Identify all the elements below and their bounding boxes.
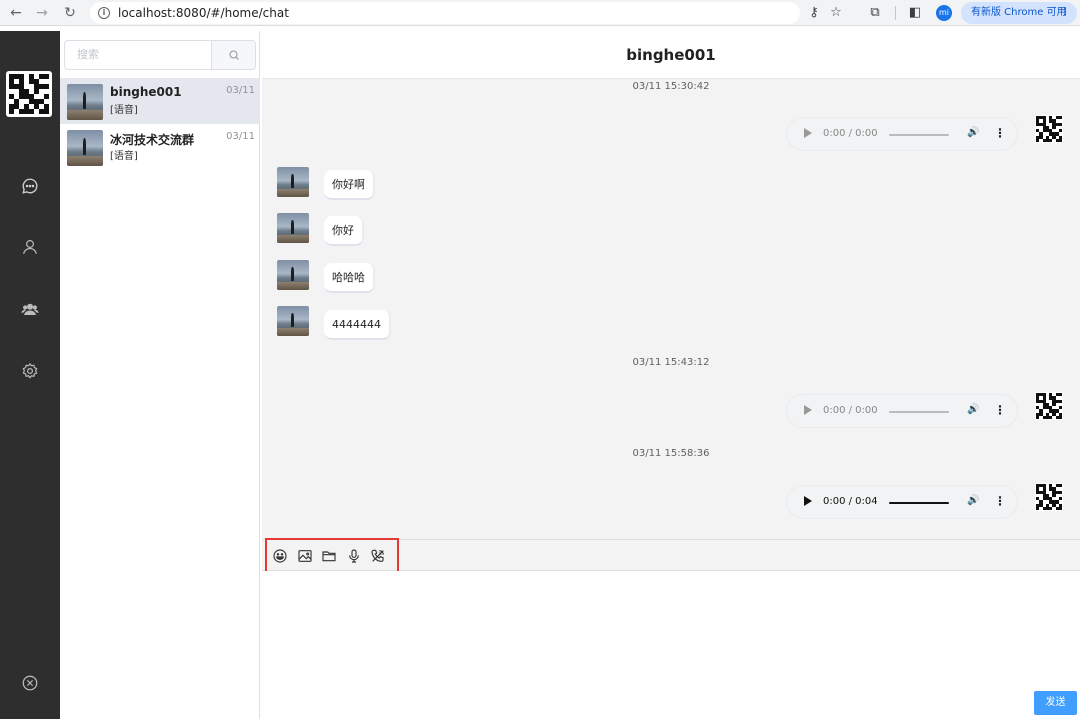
bookmark-star-icon[interactable]: ☆: [827, 3, 845, 23]
search-icon: [229, 50, 239, 60]
site-info-icon[interactable]: i: [98, 7, 110, 19]
chat-title: binghe001: [626, 46, 716, 64]
audio-time: 0:00 / 0:04: [823, 496, 878, 507]
emoji-icon[interactable]: [272, 548, 288, 564]
close-circle-icon[interactable]: [21, 674, 39, 692]
forward-icon[interactable]: →: [34, 4, 50, 22]
extensions-icon[interactable]: ⧉: [866, 3, 884, 23]
volume-icon[interactable]: 🔊: [967, 127, 979, 138]
avatar: [67, 130, 103, 166]
session-preview: [语音]: [110, 151, 138, 162]
microphone-icon[interactable]: [346, 548, 362, 564]
chat-icon[interactable]: [21, 177, 39, 195]
session-item-binghe001[interactable]: binghe001 [语音] 03/11: [60, 78, 260, 124]
session-preview: [语音]: [110, 105, 138, 116]
session-date: 03/11: [226, 85, 255, 96]
url-text: localhost:8080/#/home/chat: [118, 6, 289, 20]
volume-icon[interactable]: 🔊: [967, 404, 979, 415]
message-input[interactable]: [262, 571, 1080, 719]
session-date: 03/11: [226, 131, 255, 142]
reload-icon[interactable]: ↻: [62, 4, 78, 22]
message-input-area: 发送: [262, 571, 1080, 719]
audio-time: 0:00 / 0:00: [823, 405, 878, 416]
session-list-panel: binghe001 [语音] 03/11 冰河技术交流群 [语音] 03/11: [60, 31, 260, 719]
avatar: [277, 167, 309, 197]
play-icon[interactable]: [804, 128, 812, 138]
group-icon[interactable]: [21, 300, 39, 318]
folder-icon[interactable]: [321, 548, 337, 564]
session-name: binghe001: [110, 85, 182, 99]
settings-icon[interactable]: [21, 362, 39, 380]
qr-code-icon: [1036, 393, 1062, 419]
chat-panel: binghe001 03/11 15:30:42 0:00 / 0:00 🔊 ⋮…: [262, 31, 1080, 719]
message-timestamp: 03/11 15:43:12: [632, 357, 710, 368]
play-icon[interactable]: [804, 496, 812, 506]
search-button[interactable]: [211, 41, 255, 69]
audio-player[interactable]: 0:00 / 0:04 🔊 ⋮: [786, 485, 1018, 519]
more-menu-icon[interactable]: ⋮: [1060, 2, 1070, 24]
message-bubble: 哈哈哈: [324, 263, 375, 293]
session-name: 冰河技术交流群: [110, 133, 195, 147]
image-icon[interactable]: [297, 548, 313, 564]
send-button[interactable]: 发送: [1034, 691, 1077, 715]
play-icon[interactable]: [804, 405, 812, 415]
audio-time: 0:00 / 0:00: [823, 128, 878, 139]
phone-call-icon[interactable]: [370, 548, 386, 564]
my-avatar: [1035, 115, 1063, 143]
search-input[interactable]: [65, 41, 212, 69]
qr-code-icon: [1036, 484, 1062, 510]
qr-code-icon: [1036, 116, 1062, 142]
message-bubble: 你好: [324, 216, 364, 246]
more-options-icon[interactable]: ⋮: [994, 494, 1006, 508]
audio-progress[interactable]: [889, 134, 949, 136]
chrome-update-button[interactable]: 有新版 Chrome 可用 ⋮: [961, 2, 1077, 24]
message-bubble: 你好啊: [324, 170, 375, 200]
avatar: [67, 84, 103, 120]
my-avatar: [1035, 483, 1063, 511]
profile-avatar[interactable]: mi: [936, 5, 952, 21]
avatar: [277, 213, 309, 243]
qr-code-avatar[interactable]: [6, 71, 52, 117]
audio-player[interactable]: 0:00 / 0:00 🔊 ⋮: [786, 394, 1018, 428]
session-item-group[interactable]: 冰河技术交流群 [语音] 03/11: [60, 124, 260, 170]
audio-player[interactable]: 0:00 / 0:00 🔊 ⋮: [786, 117, 1018, 151]
message-list[interactable]: 03/11 15:30:42 0:00 / 0:00 🔊 ⋮ 你好啊 你好 哈哈…: [262, 79, 1080, 539]
search-box: [64, 40, 256, 70]
chat-toolbar: [262, 538, 1080, 575]
audio-progress[interactable]: [889, 502, 949, 504]
left-navigation: [0, 31, 60, 719]
message-bubble: 4444444: [324, 310, 391, 340]
back-icon[interactable]: ←: [8, 4, 24, 22]
more-options-icon[interactable]: ⋮: [994, 403, 1006, 417]
chat-header: binghe001: [262, 31, 1080, 79]
browser-toolbar: ← → ↻ i localhost:8080/#/home/chat ⚷ ☆ ⧉…: [0, 0, 1080, 26]
toolbar-divider: [895, 6, 896, 20]
audio-progress[interactable]: [889, 411, 949, 413]
more-options-icon[interactable]: ⋮: [994, 126, 1006, 140]
avatar: [277, 260, 309, 290]
message-timestamp: 03/11 15:30:42: [632, 81, 710, 92]
password-key-icon[interactable]: ⚷: [805, 3, 823, 23]
qr-code-icon: [9, 74, 49, 114]
update-label: 有新版 Chrome 可用: [971, 7, 1067, 18]
my-avatar: [1035, 392, 1063, 420]
volume-icon[interactable]: 🔊: [967, 495, 979, 506]
user-icon[interactable]: [21, 238, 39, 256]
side-panel-icon[interactable]: ◧: [906, 3, 924, 23]
avatar: [277, 306, 309, 336]
message-timestamp: 03/11 15:58:36: [632, 448, 710, 459]
address-bar[interactable]: i localhost:8080/#/home/chat: [90, 2, 800, 24]
